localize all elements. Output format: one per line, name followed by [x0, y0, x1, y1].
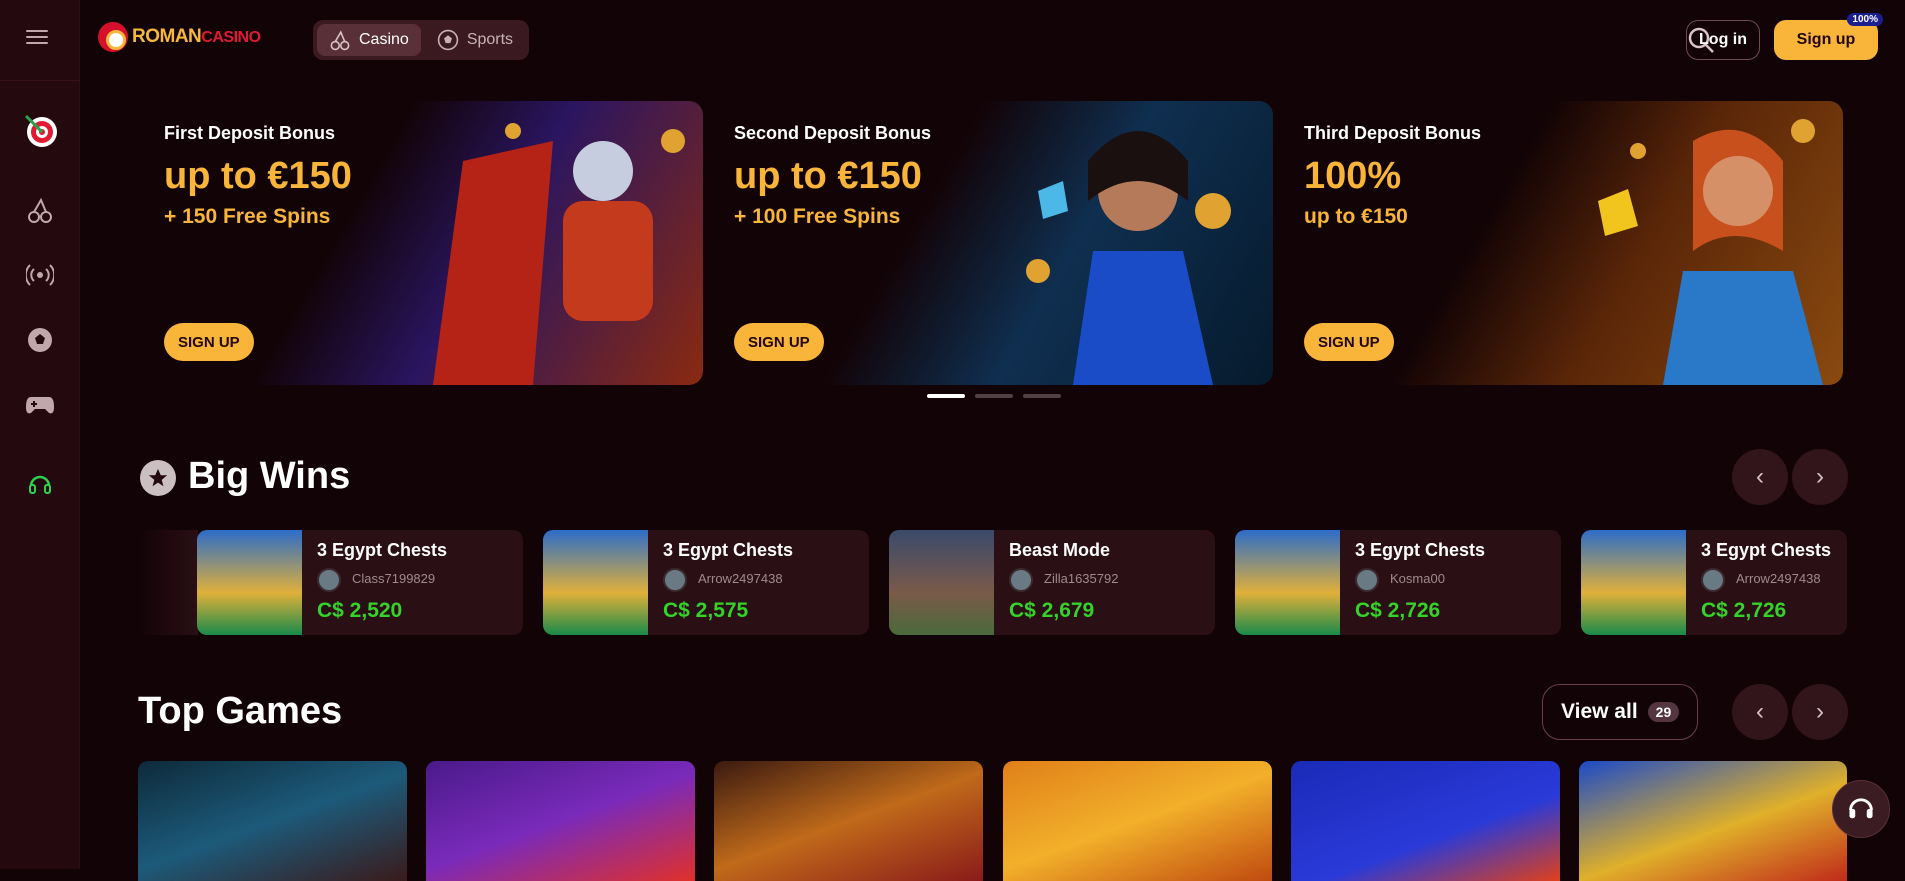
win-game-name: 3 Egypt Chests [1355, 540, 1486, 560]
tab-casino[interactable]: Casino [317, 24, 421, 56]
banner-detail: + 100 Free Spins [734, 205, 901, 228]
carousel-dots [927, 394, 1061, 398]
chevron-right-icon: › [1816, 698, 1824, 725]
win-game-name: 3 Egypt Chests [1701, 540, 1832, 560]
gamepad-icon[interactable] [20, 385, 60, 425]
egypt-chests-thumbnail [543, 530, 648, 635]
live-broadcast-icon[interactable] [20, 255, 60, 295]
banner-headline: 100% [1304, 155, 1402, 197]
tab-sports[interactable]: Sports [425, 24, 525, 56]
banner-subtitle: Second Deposit Bonus [734, 123, 932, 143]
dart-target-icon[interactable] [20, 110, 60, 150]
sidebar [0, 0, 80, 869]
carousel-dot-2[interactable] [975, 394, 1013, 398]
logo-mark-icon [98, 22, 128, 52]
win-game-name: 3 Egypt Chests [317, 540, 448, 560]
avatar [1701, 568, 1725, 592]
win-username: Arrow2497438 [1736, 571, 1821, 586]
carousel-dot-3[interactable] [1023, 394, 1061, 398]
avatar [663, 568, 687, 592]
chevron-left-icon: ‹ [1756, 698, 1764, 725]
signup-bonus-badge: 100% [1847, 13, 1883, 26]
warrior-woman-illustration [1543, 101, 1843, 385]
jester-game-art[interactable] [1579, 761, 1847, 881]
promo-banner-1[interactable]: First Deposit Bonus up to €150 + 150 Fre… [136, 101, 703, 385]
lion-game-art[interactable] [1003, 761, 1272, 881]
win-username: Class7199829 [352, 571, 436, 586]
banner-subtitle: First Deposit Bonus [164, 123, 336, 143]
goddess-illustration [973, 101, 1273, 385]
promo-banner-3[interactable]: Third Deposit Bonus 100% up to €150 SIGN… [1276, 101, 1843, 385]
banner-detail: + 150 Free Spins [164, 205, 331, 228]
big-win-card[interactable]: Beast Mode Zilla1635792 C$ 2,679 [889, 530, 1215, 635]
win-amount: C$ 2,679 [1009, 599, 1095, 622]
plinko-game-art[interactable] [1291, 761, 1560, 881]
win-game-name: 3 Egypt Chests [663, 540, 794, 560]
big-win-card[interactable]: 3 Egypt Chests Arrow2497438 C$ 2,726 [1581, 530, 1847, 635]
tab-sports-label: Sports [466, 31, 514, 48]
big-win-card[interactable]: 3 Egypt Chests Arrow2497438 C$ 2,575 [543, 530, 869, 635]
signup-button[interactable]: Sign up [1774, 20, 1878, 60]
egypt-chests-thumbnail [197, 530, 302, 635]
top-bar: ROMANCASINO Casino Sports Log in Sign up… [80, 0, 1905, 80]
soccer-ball-icon[interactable] [20, 320, 60, 360]
banner-signup-button[interactable]: SIGN UP [1304, 323, 1394, 361]
menu-icon[interactable] [26, 26, 54, 50]
avatar [1009, 568, 1033, 592]
clown-game-art[interactable] [138, 761, 407, 881]
win-amount: C$ 2,726 [1355, 599, 1441, 622]
cherry-icon [330, 30, 350, 51]
logo-brand-primary: ROMAN [132, 26, 202, 47]
win-amount: C$ 2,726 [1701, 599, 1787, 622]
big-wins-prev-button[interactable]: ‹ [1732, 449, 1788, 505]
avatar [1355, 568, 1379, 592]
big-win-card[interactable]: 3 Egypt Chests Class7199829 C$ 2,520 [197, 530, 523, 635]
egypt-chests-thumbnail [1581, 530, 1686, 635]
headset-icon[interactable] [20, 465, 60, 505]
big-wins-fade [138, 530, 198, 635]
login-button[interactable]: Log in [1686, 20, 1760, 60]
logo-brand-secondary: CASINO [201, 29, 261, 46]
banner-signup-button[interactable]: SIGN UP [734, 323, 824, 361]
big-wins-title: Big Wins [188, 455, 351, 497]
promo-banner-2[interactable]: Second Deposit Bonus up to €150 + 100 Fr… [706, 101, 1273, 385]
view-all-button[interactable]: View all 29 [1542, 684, 1699, 740]
banner-detail: up to €150 [1304, 205, 1408, 228]
view-all-label: View all [1561, 700, 1638, 723]
win-username: Kosma00 [1390, 571, 1445, 586]
banner-subtitle: Third Deposit Bonus [1304, 123, 1481, 143]
win-username: Arrow2497438 [698, 571, 783, 586]
chevron-left-icon: ‹ [1756, 463, 1764, 490]
product-tabs: Casino Sports [313, 20, 530, 60]
soccer-ball-icon [437, 29, 459, 51]
top-games-prev-button[interactable]: ‹ [1732, 684, 1788, 740]
win-amount: C$ 2,520 [317, 599, 403, 622]
support-chat-button[interactable] [1832, 780, 1890, 838]
big-wins-star-icon [140, 460, 176, 496]
site-logo[interactable]: ROMANCASINO [98, 22, 261, 52]
avatar [317, 568, 341, 592]
banner-signup-button[interactable]: SIGN UP [164, 323, 254, 361]
view-all-count-badge: 29 [1647, 702, 1680, 722]
win-username: Zilla1635792 [1044, 571, 1119, 586]
beast-mode-thumbnail [889, 530, 994, 635]
cherry-icon[interactable] [20, 190, 60, 230]
big-wins-next-button[interactable]: › [1792, 449, 1848, 505]
carousel-dot-1[interactable] [927, 394, 965, 398]
headset-icon [1849, 798, 1873, 819]
crazy-time-game-art[interactable] [714, 761, 983, 881]
gladiator-illustration [403, 101, 703, 385]
win-amount: C$ 2,575 [663, 599, 749, 622]
chevron-right-icon: › [1816, 463, 1824, 490]
banner-headline: up to €150 [164, 155, 352, 197]
top-games-title: Top Games [138, 690, 343, 732]
big-win-card[interactable]: 3 Egypt Chests Kosma00 C$ 2,726 [1235, 530, 1561, 635]
tab-casino-label: Casino [359, 31, 409, 48]
lucky-seven-game-art[interactable] [426, 761, 695, 881]
egypt-chests-thumbnail [1235, 530, 1340, 635]
win-game-name: Beast Mode [1009, 540, 1111, 560]
sidebar-divider [0, 80, 80, 81]
top-games-next-button[interactable]: › [1792, 684, 1848, 740]
banner-headline: up to €150 [734, 155, 922, 197]
